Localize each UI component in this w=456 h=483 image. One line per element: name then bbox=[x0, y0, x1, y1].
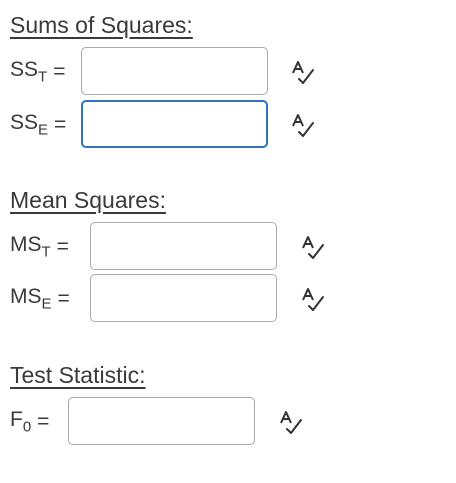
row-mst: MST = bbox=[10, 222, 79, 272]
row-mse: MSE = bbox=[10, 274, 80, 324]
sse-input[interactable] bbox=[81, 100, 268, 148]
f0-input[interactable] bbox=[68, 397, 255, 445]
row-sse: SSE = bbox=[10, 100, 76, 150]
spell-check-icon[interactable] bbox=[300, 234, 326, 260]
spell-check-icon[interactable] bbox=[278, 409, 304, 435]
label-mse: MSE bbox=[10, 285, 52, 313]
mse-input[interactable] bbox=[90, 274, 277, 322]
spell-check-icon[interactable] bbox=[290, 112, 316, 138]
row-sst: SST = bbox=[10, 47, 75, 97]
equals-sign: = bbox=[56, 235, 69, 258]
sst-input[interactable] bbox=[81, 47, 268, 95]
spell-check-icon[interactable] bbox=[300, 286, 326, 312]
equals-sign: = bbox=[53, 60, 66, 83]
mst-input[interactable] bbox=[90, 222, 277, 270]
label-f0: F0 bbox=[10, 408, 32, 436]
heading-sums-of-squares: Sums of Squares: bbox=[10, 12, 193, 38]
equals-sign: = bbox=[57, 287, 70, 310]
equals-sign: = bbox=[37, 410, 50, 433]
row-f0: F0 = bbox=[10, 397, 59, 447]
label-sst: SST bbox=[10, 58, 48, 86]
label-sse: SSE bbox=[10, 111, 49, 139]
heading-test-statistic: Test Statistic: bbox=[10, 362, 146, 388]
heading-mean-squares: Mean Squares: bbox=[10, 187, 166, 213]
spell-check-icon[interactable] bbox=[290, 59, 316, 85]
label-mst: MST bbox=[10, 233, 51, 261]
equals-sign: = bbox=[54, 113, 67, 136]
